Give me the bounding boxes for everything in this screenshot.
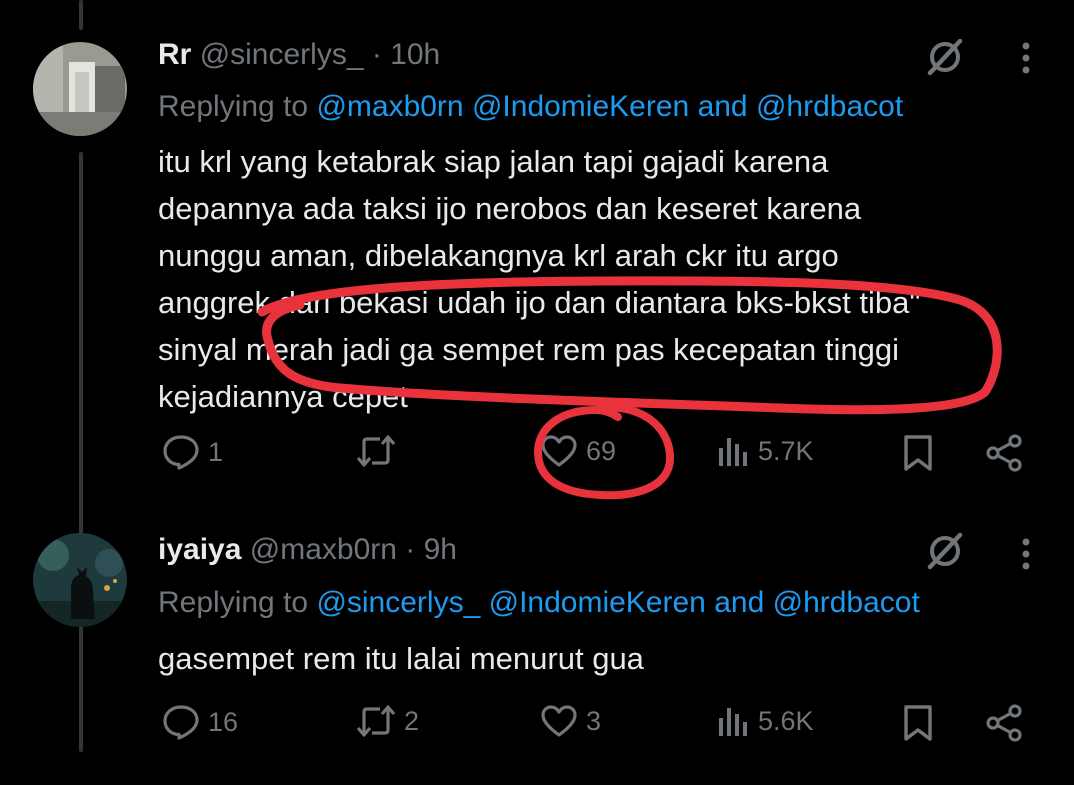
display-name[interactable]: iyaiya <box>158 533 241 566</box>
share-icon <box>986 704 1022 742</box>
share-button[interactable] <box>984 434 1024 472</box>
repost-count: 2 <box>404 705 420 736</box>
more-icon[interactable] <box>1016 40 1036 85</box>
replying-prefix: Replying to <box>158 90 309 123</box>
reply-count: 16 <box>208 706 239 737</box>
view-count: 5.6K <box>758 705 814 736</box>
like-count: 69 <box>586 435 617 466</box>
bookmark-icon <box>904 435 932 471</box>
bookmark-button[interactable] <box>901 704 935 742</box>
reply-count: 1 <box>208 436 224 467</box>
user-handle[interactable]: @maxb0rn <box>250 533 397 566</box>
timestamp[interactable]: · 9h <box>405 533 457 566</box>
heart-icon <box>541 705 577 737</box>
post-text: gasempet rem itu lalai menurut gua <box>158 641 644 676</box>
share-button[interactable] <box>984 704 1024 742</box>
post-text: itu krl yang ketabrak siap jalan tapi ga… <box>158 144 921 414</box>
thread-line-top <box>79 0 83 30</box>
bookmark-icon <box>904 705 932 741</box>
timestamp[interactable]: · 10h <box>372 38 440 71</box>
mention-link[interactable]: @sincerlys_ <box>316 586 480 619</box>
views-icon <box>719 708 747 736</box>
post-header: Rr @sincerlys_ · 10h <box>158 38 440 72</box>
user-handle[interactable]: @sincerlys_ <box>200 38 364 71</box>
reply-icon <box>163 435 199 470</box>
share-icon <box>986 434 1022 472</box>
replying-to: Replying to @sincerlys_ @IndomieKeren an… <box>158 586 920 620</box>
mention-link[interactable]: @hrdbacot <box>773 586 920 619</box>
more-icon[interactable] <box>1016 536 1036 581</box>
heart-icon <box>541 435 577 467</box>
like-button[interactable]: 3 <box>540 704 601 738</box>
action-bar: 1 69 5.7K <box>0 434 1074 484</box>
repost-icon <box>356 705 396 737</box>
mention-conjunction: and <box>714 586 765 619</box>
repost-button[interactable]: 2 <box>356 704 419 738</box>
reply-icon <box>163 705 199 740</box>
mention-conjunction: and <box>697 90 748 123</box>
repost-button[interactable] <box>356 434 404 468</box>
bookmark-button[interactable] <box>901 434 935 472</box>
replying-to: Replying to @maxb0rn @IndomieKeren and @… <box>158 90 903 124</box>
mention-link[interactable]: @IndomieKeren <box>489 586 706 619</box>
display-name[interactable]: Rr <box>158 38 191 71</box>
mention-link[interactable]: @hrdbacot <box>756 90 903 123</box>
grok-icon[interactable] <box>922 37 968 82</box>
replying-prefix: Replying to <box>158 586 309 619</box>
repost-icon <box>356 435 396 467</box>
views-icon <box>719 438 747 466</box>
reply-button[interactable]: 1 <box>162 434 223 470</box>
views-button[interactable]: 5.7K <box>716 434 814 468</box>
views-button[interactable]: 5.6K <box>716 704 814 738</box>
mention-link[interactable]: @maxb0rn <box>316 90 463 123</box>
like-count: 3 <box>586 705 602 736</box>
action-bar: 16 2 3 5.6K <box>0 704 1074 754</box>
avatar[interactable] <box>33 533 127 627</box>
grok-icon[interactable] <box>922 531 968 576</box>
avatar[interactable] <box>33 42 127 136</box>
mention-link[interactable]: @IndomieKeren <box>472 90 689 123</box>
post-header: iyaiya @maxb0rn · 9h <box>158 533 457 567</box>
reply-button[interactable]: 16 <box>162 704 238 740</box>
view-count: 5.7K <box>758 435 814 466</box>
like-button[interactable]: 69 <box>540 434 616 468</box>
